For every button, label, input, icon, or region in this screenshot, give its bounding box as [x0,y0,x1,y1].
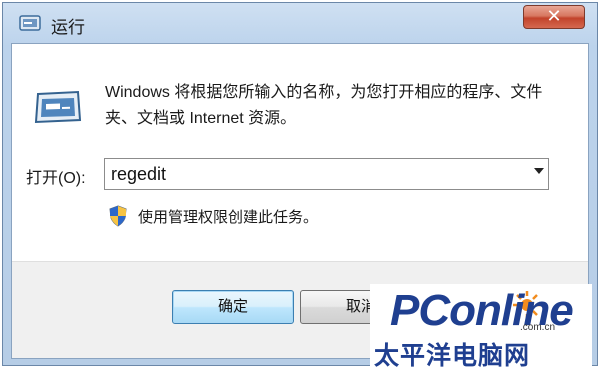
dialog-description: Windows 将根据您所输入的名称，为您打开相应的程序、文件夹、文档或 Int… [105,84,543,127]
brand-domain: .com.cn [520,322,556,333]
ok-button[interactable]: 确定 [172,290,294,324]
run-icon [34,90,82,124]
pconline-watermark: PConline .com.cn 太平洋电脑网 [370,284,592,370]
title-bar[interactable]: 运行 ✕ [3,3,597,43]
window-title: 运行 [51,18,85,37]
chevron-down-icon[interactable] [534,168,544,174]
open-label: 打开(O): [26,170,86,187]
open-input[interactable]: regedit [111,164,166,185]
admin-privilege-note: 使用管理权限创建此任务。 [138,209,319,226]
uac-shield-icon [109,205,127,227]
run-icon [19,15,41,31]
close-icon: ✕ [546,6,562,26]
brand-chinese-name: 太平洋电脑网 [374,341,531,370]
close-button[interactable]: ✕ [523,5,585,29]
open-combobox[interactable]: regedit [104,158,549,190]
